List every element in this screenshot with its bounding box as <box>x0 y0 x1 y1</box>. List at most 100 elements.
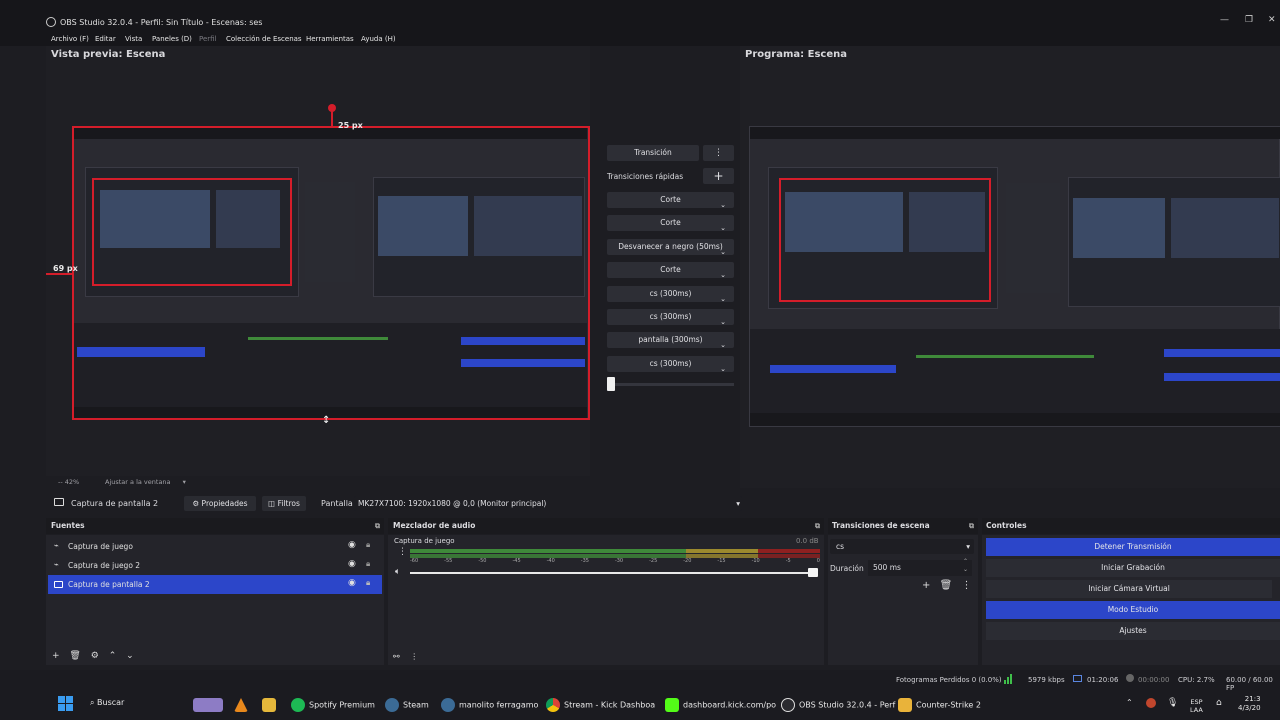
duration-label: Duración <box>830 564 864 573</box>
remove-source-icon[interactable]: 🗑︎ <box>69 651 80 661</box>
taskbar-obs[interactable]: OBS Studio 32.0.4 - Perf <box>781 698 895 712</box>
mixer-menu-icon[interactable]: ⋮ <box>410 652 418 661</box>
clock-time: 21:3 <box>1244 695 1261 703</box>
settings-button[interactable]: Ajustes <box>986 622 1280 640</box>
taskbar-label: Steam <box>403 700 429 710</box>
move-down-icon[interactable]: ⌄ <box>126 651 134 661</box>
add-quick-transition-button[interactable]: + <box>703 168 734 184</box>
fit-window-dropdown[interactable]: Ajustar a la ventana ▾ <box>105 478 186 486</box>
source-item[interactable]: ⌁ Captura de juego 2 ◉ 🔒︎ <box>48 556 382 575</box>
remove-transition-icon[interactable]: 🗑︎ <box>940 580 953 591</box>
menu-ayuda[interactable]: Ayuda (H) <box>361 35 396 43</box>
lock-icon[interactable]: 🔒︎ <box>366 578 370 588</box>
language-indicator[interactable]: ESP LAA <box>1190 698 1203 714</box>
move-up-icon[interactable]: ⌃ <box>109 651 117 661</box>
maximize-button[interactable]: ❐ <box>1245 15 1253 25</box>
speaker-icon[interactable]: 🔈︎ <box>395 567 400 577</box>
taskbar-steam[interactable]: Steam <box>385 698 429 712</box>
menu-editar[interactable]: Editar <box>95 35 116 43</box>
quick-transition-5[interactable]: cs (300ms) ⌄ <box>607 286 734 303</box>
volume-slider-track[interactable] <box>410 572 814 574</box>
t-bar-handle[interactable] <box>607 377 615 391</box>
link-icon[interactable]: ⚯ <box>393 652 400 661</box>
menu-perfil[interactable]: Perfil <box>199 35 217 43</box>
obs-logo-icon <box>46 17 56 27</box>
microphone-icon[interactable]: 🎙︎ <box>1167 698 1178 712</box>
vlc-icon[interactable] <box>234 698 252 712</box>
clock-date: 4/3/20 <box>1238 704 1261 712</box>
close-button[interactable]: ✕ <box>1268 15 1276 25</box>
lock-icon[interactable]: 🔒︎ <box>366 559 370 569</box>
chevron-down-icon: ⌄ <box>720 201 726 209</box>
menu-herramientas[interactable]: Herramientas <box>306 35 354 43</box>
transition-properties-icon[interactable]: ⋮ <box>961 580 971 591</box>
status-bar: Fotogramas Perdidos 0 (0.0%) 5979 kbps 0… <box>0 670 1280 692</box>
menu-vista[interactable]: Vista <box>125 35 142 43</box>
minimize-button[interactable]: — <box>1220 15 1229 25</box>
quick-transition-3[interactable]: Desvanecer a negro (50ms) ⌄ <box>607 239 734 256</box>
preview-canvas[interactable] <box>72 126 590 420</box>
undock-icon[interactable]: ⧉ <box>969 518 974 534</box>
screen-select[interactable]: MK27X7100: 1920x1080 @ 0,0 (Monitor prin… <box>354 496 742 511</box>
taskbar-search[interactable]: ⌕ Buscar <box>90 698 124 712</box>
start-recording-button[interactable]: Iniciar Grabación <box>986 559 1280 577</box>
studio-mode-button[interactable]: Modo Estudio <box>986 601 1280 619</box>
menu-paneles[interactable]: Paneles (D) <box>152 35 192 43</box>
taskbar-cs2[interactable]: Counter-Strike 2 <box>898 698 981 712</box>
eye-icon[interactable]: ◉ <box>348 578 356 588</box>
widgets-icon[interactable] <box>193 698 227 712</box>
mixer-channel-name: Captura de juego <box>394 537 455 545</box>
source-item-selected[interactable]: Captura de pantalla 2 ◉ 🔒︎ <box>48 575 382 594</box>
taskbar-kick[interactable]: dashboard.kick.com/po <box>665 698 776 712</box>
quick-transition-4[interactable]: Corte ⌄ <box>607 262 734 279</box>
properties-button[interactable]: ⚙ Propiedades <box>184 496 256 511</box>
menu-coleccion-escenas[interactable]: Colección de Escenas <box>226 35 302 43</box>
eye-icon[interactable]: ◉ <box>348 540 356 550</box>
network-icon[interactable]: ⌂ <box>1216 698 1222 712</box>
spin-arrows-icon[interactable]: ⌃ ⌄ <box>963 558 968 574</box>
lock-icon[interactable]: 🔒︎ <box>366 540 370 550</box>
left-distance-label: 69 px <box>53 264 78 273</box>
quick-transition-2[interactable]: Corte ⌄ <box>607 215 734 232</box>
eye-icon[interactable]: ◉ <box>348 559 356 569</box>
tray-app-icon[interactable] <box>1146 698 1160 712</box>
nested-program <box>373 177 585 297</box>
quick-transition-6[interactable]: cs (300ms) ⌄ <box>607 309 734 326</box>
taskbar-spotify[interactable]: Spotify Premium <box>291 698 375 712</box>
zoom-icon: -- <box>58 478 65 486</box>
zoom-level[interactable]: -- 42% <box>58 478 79 486</box>
stop-streaming-button[interactable]: Detener Transmisión <box>986 538 1280 556</box>
quick-transition-8[interactable]: cs (300ms) ⌄ <box>607 356 734 373</box>
taskbar-steam-chat[interactable]: manolito ferragamo <box>441 698 538 712</box>
duration-input[interactable]: 500 ms ⌃ ⌄ <box>868 558 972 576</box>
search-label: Buscar <box>97 698 125 707</box>
source-label: Captura de pantalla 2 <box>68 580 150 589</box>
source-settings-icon[interactable]: ⚙ <box>91 651 99 661</box>
file-explorer-icon[interactable] <box>262 698 280 712</box>
add-source-icon[interactable]: + <box>52 651 60 661</box>
dropdown-arrow-icon: ▾ <box>966 542 970 551</box>
clock[interactable]: 21:3 4/3/20 <box>1238 695 1261 712</box>
kick-icon <box>665 698 679 712</box>
filters-button[interactable]: ◫ Filtros <box>262 496 306 511</box>
volume-slider-handle[interactable] <box>808 568 818 577</box>
menu-archivo[interactable]: Archivo (F) <box>51 35 89 43</box>
taskbar-label: dashboard.kick.com/po <box>683 700 777 710</box>
quick-transition-1[interactable]: Corte ⌄ <box>607 192 734 209</box>
taskbar-chrome[interactable]: Stream - Kick Dashboa <box>546 698 655 712</box>
undock-icon[interactable]: ⧉ <box>375 518 380 534</box>
transition-menu-button[interactable]: ⋮ <box>703 145 734 161</box>
top-guide-handle[interactable] <box>328 104 336 112</box>
transition-button[interactable]: Transición <box>607 145 699 161</box>
source-item[interactable]: ⌁ Captura de juego ◉ 🔒︎ <box>48 537 382 556</box>
gear-icon: ⚙ <box>192 499 202 508</box>
undock-icon[interactable]: ⧉ <box>815 518 820 534</box>
gamepad-icon: ⌁ <box>54 541 59 550</box>
quick-transition-7[interactable]: pantalla (300ms) ⌄ <box>607 332 734 349</box>
start-virtual-camera-button[interactable]: Iniciar Cámara Virtual <box>986 580 1272 598</box>
tray-chevron-icon[interactable]: ⌃ <box>1126 698 1133 712</box>
mixer-kebab-icon[interactable]: ⋮ <box>398 547 407 557</box>
add-transition-icon[interactable]: + <box>922 580 930 591</box>
steam-icon <box>385 698 399 712</box>
transition-select[interactable]: cs ▾ <box>830 539 974 554</box>
